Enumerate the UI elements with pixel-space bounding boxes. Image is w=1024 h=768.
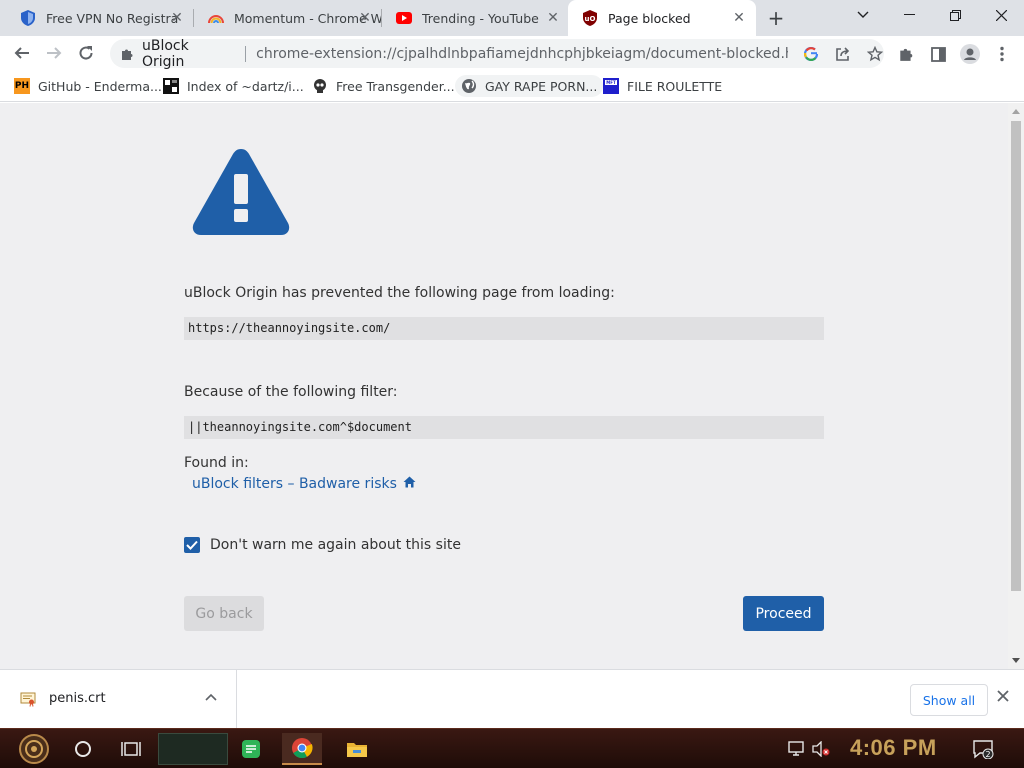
address-bar[interactable]: uBlock Origin chrome-extension://cjpalhd… (110, 37, 884, 70)
blocked-url: https://theannoyingsite.com/ (184, 317, 824, 340)
volume-muted-icon[interactable] (810, 733, 832, 765)
filter-text: ||theannoyingsite.com^$document (184, 416, 824, 439)
filter-list-name: uBlock filters – Badware risks (192, 476, 397, 492)
prevented-message: uBlock Origin has prevented the followin… (184, 285, 615, 301)
tab-page-blocked[interactable]: uO Page blocked ✕ (568, 0, 756, 36)
shield-icon (20, 10, 36, 26)
file-explorer-icon[interactable] (340, 733, 374, 765)
youtube-icon (396, 10, 412, 26)
globe-icon (461, 78, 477, 94)
taskbar-blank-app[interactable] (158, 733, 228, 765)
menu-kebab-icon[interactable] (989, 41, 1015, 67)
bookmark-index-dartz[interactable]: Index of ~dartz/i... (157, 75, 310, 97)
tab-youtube[interactable]: Trending - YouTube ✕ (382, 0, 570, 36)
tab-free-vpn[interactable]: Free VPN No Registra ✕ (6, 0, 194, 36)
url-text[interactable]: chrome-extension://cjpalhdlnbpafiamejdnh… (256, 46, 788, 62)
dont-warn-checkbox[interactable] (184, 537, 200, 553)
blocked-page: uBlock Origin has prevented the followin… (0, 103, 1008, 669)
dont-warn-label: Don't warn me again about this site (210, 537, 461, 553)
tab-search-icon[interactable] (840, 0, 886, 30)
new-tab-button[interactable]: + (766, 8, 786, 28)
close-window-button[interactable] (978, 0, 1024, 30)
bookmark-label: GitHub - Enderma... (38, 78, 162, 94)
site-name: uBlock Origin (142, 37, 189, 70)
notes-app-icon[interactable] (236, 733, 266, 765)
warning-icon (190, 145, 292, 243)
svg-text:uO: uO (585, 15, 596, 23)
download-shelf: penis.crt Show all (0, 669, 1024, 728)
network-icon[interactable] (785, 733, 807, 765)
puzzle-icon (120, 47, 134, 61)
go-back-button[interactable]: Go back (184, 596, 264, 631)
tab-momentum[interactable]: Momentum - Chrome W ✕ (194, 0, 382, 36)
page-scrollbar[interactable] (1008, 103, 1024, 669)
download-item[interactable]: penis.crt (0, 670, 237, 728)
chrome-taskbar-icon[interactable] (282, 733, 322, 765)
divider (245, 45, 247, 62)
bookmark-github[interactable]: PH GitHub - Enderma... (8, 75, 168, 97)
found-in-label: Found in: (184, 455, 249, 471)
notification-count: 2 (985, 750, 990, 759)
task-view-icon[interactable] (116, 733, 146, 765)
reload-icon[interactable] (72, 39, 100, 67)
ublock-icon: uO (582, 10, 598, 26)
bookmark-label: Free Transgender... (336, 78, 455, 94)
close-icon[interactable]: ✕ (732, 11, 746, 25)
star-icon[interactable] (866, 45, 884, 63)
restore-button[interactable] (932, 0, 978, 30)
scroll-up-arrow[interactable] (1012, 109, 1020, 114)
svg-text:MFT: MFT (606, 80, 616, 85)
scroll-thumb[interactable] (1011, 121, 1021, 591)
windows-taskbar: 4:06 PM 2 (0, 728, 1024, 768)
google-icon[interactable] (802, 45, 820, 63)
forward-icon[interactable] (40, 39, 68, 67)
grid-icon (163, 78, 179, 94)
because-message: Because of the following filter: (184, 384, 398, 400)
bookmarks-bar: PH GitHub - Enderma... Index of ~dartz/i… (0, 70, 1024, 102)
bookmark-label: Index of ~dartz/i... (187, 78, 304, 94)
certificate-icon (20, 691, 36, 711)
taskbar-clock[interactable]: 4:06 PM (850, 735, 937, 761)
back-icon[interactable] (8, 39, 36, 67)
chevron-up-icon[interactable] (205, 690, 217, 705)
browser-toolbar: uBlock Origin chrome-extension://cjpalhd… (0, 36, 1024, 70)
close-icon[interactable] (997, 690, 1009, 706)
proceed-button[interactable]: Proceed (743, 596, 824, 631)
profile-avatar[interactable] (957, 41, 983, 67)
cortana-icon[interactable] (68, 733, 98, 765)
home-icon[interactable] (403, 476, 416, 492)
notifications-icon[interactable]: 2 (968, 733, 998, 765)
close-icon[interactable]: ✕ (170, 11, 184, 25)
extensions-icon[interactable] (893, 41, 919, 67)
rainbow-icon (208, 10, 224, 26)
skull-icon (312, 78, 328, 94)
bookmark-free-transgender[interactable]: Free Transgender... (306, 75, 461, 97)
side-panel-icon[interactable] (925, 41, 951, 67)
start-button[interactable] (12, 733, 56, 765)
bookmark-label: GAY RAPE PORN... (485, 78, 598, 94)
share-icon[interactable] (834, 45, 852, 63)
show-all-button[interactable]: Show all (910, 684, 988, 716)
dont-warn-row[interactable]: Don't warn me again about this site (184, 537, 461, 553)
bookmark-label: FILE ROULETTE (627, 78, 723, 94)
minimize-button[interactable] (886, 0, 932, 30)
bookmark-globe[interactable]: GAY RAPE PORN... (455, 75, 604, 97)
ph-icon: PH (14, 78, 30, 94)
file-icon: MFT (603, 78, 619, 94)
scroll-down-arrow[interactable] (1012, 658, 1020, 663)
close-icon[interactable]: ✕ (358, 11, 372, 25)
bookmark-file-roulette[interactable]: MFT FILE ROULETTE (597, 75, 728, 97)
tab-strip: Free VPN No Registra ✕ Momentum - Chrome… (0, 0, 1024, 36)
close-icon[interactable]: ✕ (546, 11, 560, 25)
filter-list-link[interactable]: uBlock filters – Badware risks (192, 476, 416, 492)
download-file-name: penis.crt (49, 691, 106, 706)
